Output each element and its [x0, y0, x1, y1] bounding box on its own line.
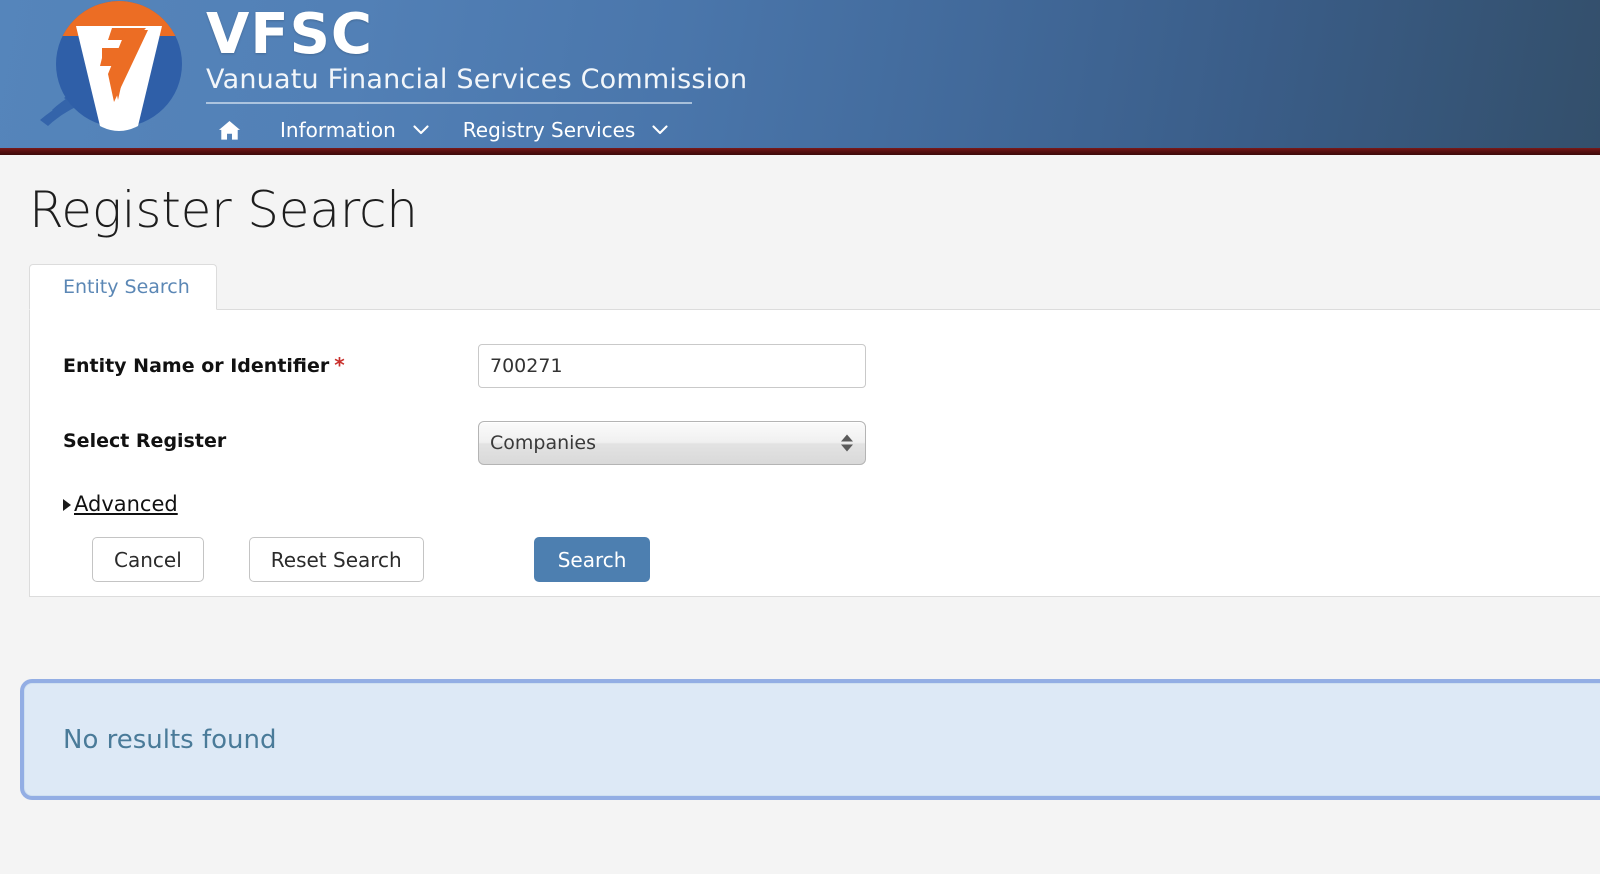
entity-name-label: Entity Name or Identifier * — [63, 344, 478, 376]
brand-abbreviation: VFSC — [206, 2, 374, 67]
nav-item-information-label: Information — [280, 118, 396, 142]
select-register-label: Select Register — [63, 430, 227, 452]
main-navigation: Information Registry Services — [212, 110, 668, 150]
header-accent-bar — [0, 148, 1600, 155]
brand-full-name: Vanuatu Financial Services Commission — [206, 64, 748, 96]
nav-home-button[interactable] — [212, 115, 246, 145]
site-header: VFSC Vanuatu Financial Services Commissi… — [0, 0, 1600, 155]
page-title: Register Search — [29, 181, 418, 239]
form-button-row: Cancel Reset Search Search — [30, 515, 1600, 582]
cancel-button[interactable]: Cancel — [92, 537, 204, 582]
home-icon — [218, 120, 241, 141]
search-button[interactable]: Search — [533, 537, 651, 582]
chevron-down-icon[interactable] — [652, 125, 668, 135]
field-row-entity-name: Entity Name or Identifier * — [30, 310, 1600, 388]
field-row-select-register: Select Register Companies — [30, 388, 1600, 465]
tab-strip: Entity Search — [29, 260, 1600, 310]
triangle-right-icon — [63, 498, 71, 511]
select-register-value: Companies — [490, 432, 597, 454]
tab-entity-search-label: Entity Search — [63, 276, 190, 298]
entity-name-label-text: Entity Name or Identifier — [63, 355, 330, 377]
no-results-alert: No results found — [24, 683, 1600, 796]
no-results-message: No results found — [63, 724, 277, 755]
entity-name-input[interactable] — [478, 344, 866, 388]
required-marker: * — [334, 353, 345, 377]
brand-text: VFSC Vanuatu Financial Services Commissi… — [206, 0, 747, 104]
chevron-down-icon[interactable] — [413, 125, 429, 135]
select-register-dropdown[interactable]: Companies — [478, 421, 866, 465]
vfsc-shield-logo-icon — [26, 0, 196, 150]
tab-entity-search[interactable]: Entity Search — [29, 264, 217, 310]
nav-item-registry-services-label: Registry Services — [462, 118, 636, 142]
nav-item-information[interactable]: Information — [280, 118, 429, 142]
advanced-toggle[interactable]: Advanced — [30, 465, 1600, 515]
advanced-label: Advanced — [74, 492, 178, 516]
brand-divider — [206, 101, 692, 104]
select-register-shell: Companies — [478, 421, 866, 465]
entity-search-form-panel: Entity Name or Identifier* Select Regist… — [29, 309, 1600, 597]
nav-item-registry-services[interactable]: Registry Services — [463, 118, 669, 142]
reset-search-button[interactable]: Reset Search — [248, 537, 424, 582]
page-body: Register Search Entity Search Entity Nam… — [0, 155, 1600, 874]
